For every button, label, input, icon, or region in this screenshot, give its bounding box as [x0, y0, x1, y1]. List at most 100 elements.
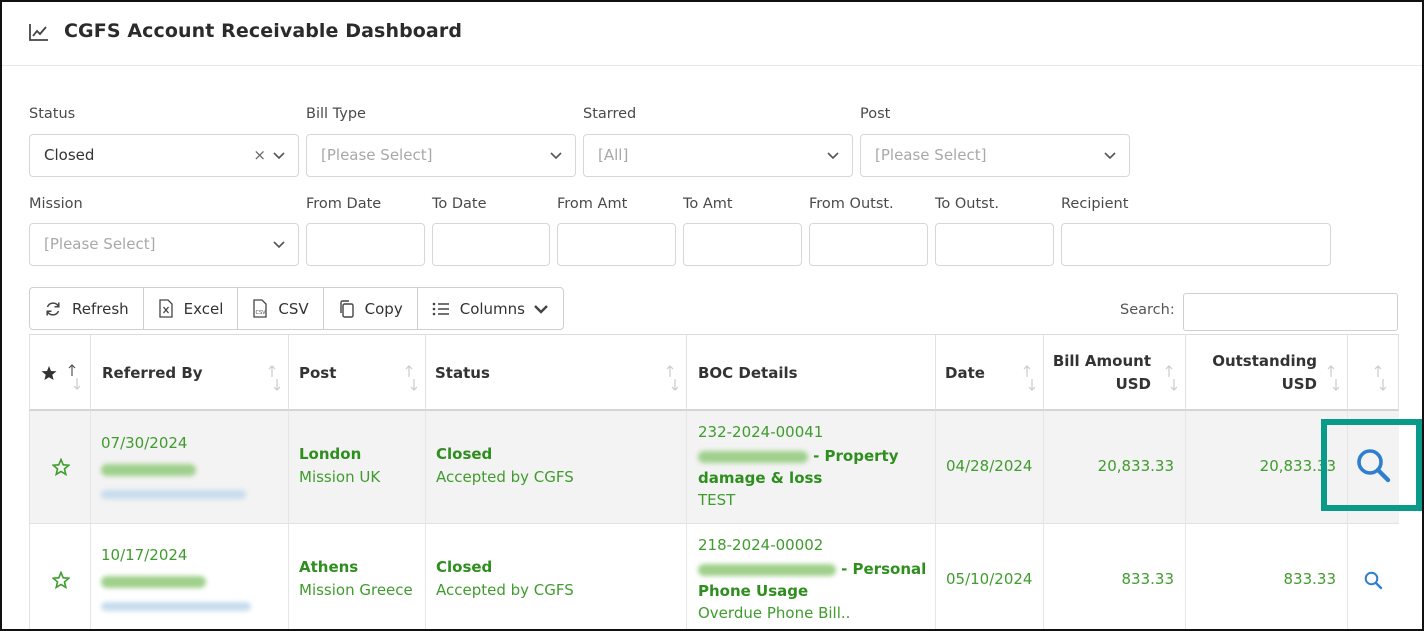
referred-date: 07/30/2024	[101, 434, 188, 452]
status-cell: Closed Accepted by CGFS	[426, 411, 687, 523]
svg-text:CSV: CSV	[256, 310, 267, 316]
sort-icon	[1327, 365, 1339, 391]
post-mission: Mission Greece	[299, 581, 413, 599]
line-chart-icon	[29, 24, 48, 41]
bill-amount-cell: 833.33	[1044, 524, 1186, 629]
refresh-icon	[46, 301, 60, 316]
mission-select[interactable]: [Please Select]	[29, 223, 299, 266]
starred-select[interactable]: [All]	[583, 134, 853, 177]
page-title: CGFS Account Receivable Dashboard	[64, 20, 463, 42]
post-cell: Athens Mission Greece	[289, 524, 426, 629]
search-label: Search:	[1120, 302, 1175, 318]
actions-column-header[interactable]	[1348, 334, 1399, 411]
sort-icon	[666, 365, 678, 391]
star-cell	[29, 411, 91, 523]
boc-title-a: - Property	[813, 447, 899, 465]
table-row[interactable]: 07/30/2024 London Mission UK Closed Acce…	[29, 411, 1399, 524]
star-outline-icon[interactable]	[52, 458, 70, 476]
to-date-label: To Date	[432, 196, 487, 212]
status-filter-label: Status	[29, 106, 76, 122]
post-city: London	[299, 445, 362, 463]
csv-button[interactable]: CSV CSV	[238, 288, 324, 329]
to-amt-input[interactable]	[683, 223, 802, 266]
search-icon[interactable]	[1364, 571, 1383, 590]
star-outline-icon[interactable]	[52, 571, 70, 589]
post-select[interactable]: [Please Select]	[860, 134, 1130, 177]
outstanding-header-label: Outstanding	[1212, 352, 1317, 370]
date-column-header[interactable]: Date	[936, 334, 1044, 411]
to-amt-label: To Amt	[683, 196, 733, 212]
chevron-down-icon	[1104, 152, 1116, 160]
star-column-header[interactable]	[29, 334, 91, 411]
status-detail: Accepted by CGFS	[436, 581, 574, 599]
boc-title-a: - Personal	[841, 560, 927, 578]
starred-filter-label: Starred	[583, 106, 637, 122]
sort-icon	[68, 364, 80, 390]
bill-amount-column-header[interactable]: Bill Amount USD	[1044, 334, 1186, 411]
redacted-email	[101, 484, 246, 503]
bill-type-select[interactable]: [Please Select]	[306, 134, 576, 177]
page-header: CGFS Account Receivable Dashboard	[2, 2, 1422, 66]
from-outst-input[interactable]	[809, 223, 928, 266]
recipient-input[interactable]	[1061, 223, 1331, 266]
bill-type-filter-label: Bill Type	[306, 106, 366, 122]
excel-file-icon	[159, 299, 173, 318]
date-header-label: Date	[945, 364, 985, 382]
starred-placeholder: [All]	[598, 146, 629, 164]
from-amt-input[interactable]	[557, 223, 676, 266]
post-header-label: Post	[299, 364, 337, 382]
outstanding-header-unit: USD	[1281, 375, 1317, 393]
to-date-input[interactable]	[432, 223, 550, 266]
post-placeholder: [Please Select]	[875, 146, 987, 164]
status-column-header[interactable]: Status	[426, 334, 687, 411]
status-header-label: Status	[435, 364, 490, 382]
boc-note: Overdue Phone Bill..	[698, 604, 851, 622]
boc-title: - Property	[698, 446, 899, 465]
outstanding-cell: 833.33	[1186, 524, 1348, 629]
redacted-name	[101, 459, 196, 478]
status-select-value: Closed	[44, 146, 95, 164]
search-icon[interactable]	[1355, 447, 1393, 485]
boc-title: - Personal	[698, 559, 926, 578]
to-outst-input[interactable]	[935, 223, 1054, 266]
status-select[interactable]: Closed ×	[29, 134, 299, 177]
boc-id: 232-2024-00041	[698, 423, 824, 441]
outstanding-column-header[interactable]: Outstanding USD	[1186, 334, 1348, 411]
from-amt-label: From Amt	[557, 196, 628, 212]
chevron-down-icon	[273, 152, 285, 160]
to-outst-label: To Outst.	[935, 196, 1000, 212]
mission-filter-label: Mission	[29, 196, 83, 212]
referred-by-cell: 07/30/2024	[91, 411, 289, 523]
boc-title-b: Phone Usage	[698, 582, 809, 600]
outstanding-value: 833.33	[1283, 570, 1337, 588]
referred-by-cell: 10/17/2024	[91, 524, 289, 629]
date-cell: 04/28/2024	[936, 411, 1044, 523]
from-date-input[interactable]	[306, 223, 425, 266]
from-outst-label: From Outst.	[809, 196, 894, 212]
sort-icon	[1374, 365, 1386, 391]
columns-button[interactable]: Columns	[418, 288, 563, 329]
copy-button[interactable]: Copy	[324, 288, 418, 329]
excel-button[interactable]: Excel	[144, 288, 239, 329]
table-row[interactable]: 10/17/2024 Athens Mission Greece Closed …	[29, 524, 1399, 629]
referred-by-header-label: Referred By	[102, 364, 203, 382]
copy-icon	[339, 299, 354, 318]
redacted-name	[101, 571, 206, 590]
boc-id: 218-2024-00002	[698, 536, 824, 554]
export-toolbar: Refresh Excel CSV CSV Copy Columns	[29, 287, 564, 330]
boc-details-column-header[interactable]: BOC Details	[687, 334, 936, 411]
csv-label: CSV	[278, 299, 309, 318]
chevron-down-icon	[550, 152, 562, 160]
bill-amount-header-label: Bill Amount	[1052, 352, 1151, 370]
bill-amount-header-unit: USD	[1115, 375, 1151, 393]
star-filled-icon	[41, 366, 57, 380]
sort-icon	[405, 365, 417, 391]
refresh-button[interactable]: Refresh	[30, 288, 144, 329]
star-cell	[29, 524, 91, 629]
actions-cell	[1348, 524, 1399, 629]
search-input[interactable]	[1183, 293, 1398, 331]
referred-by-column-header[interactable]: Referred By	[91, 334, 289, 411]
post-column-header[interactable]: Post	[289, 334, 426, 411]
clear-icon[interactable]: ×	[253, 146, 266, 164]
chevron-down-icon	[827, 152, 839, 160]
